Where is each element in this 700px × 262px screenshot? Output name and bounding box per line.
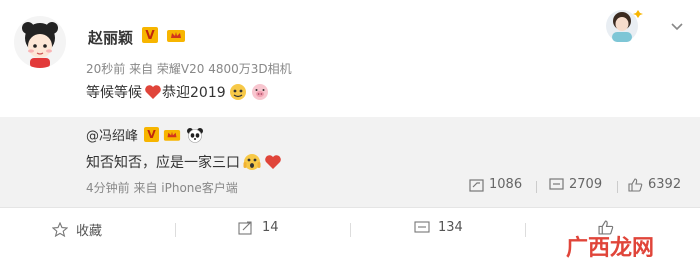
comment-action-count: 134 [438,220,463,235]
crown-icon [167,30,185,42]
like-count-button[interactable]: 6392 [628,177,681,192]
share-button[interactable]: 14 [238,220,279,235]
repost-icon [469,178,484,192]
post-text-part1: 等候等候 [86,85,142,101]
comment-button[interactable]: 134 [414,220,463,235]
verified-v-icon: V [144,127,160,142]
repost-author[interactable]: @冯绍峰 [86,125,138,144]
comment-count: 2709 [569,177,603,192]
divider [175,223,176,237]
divider [525,223,526,237]
favorite-label: 收藏 [76,224,103,239]
repost-text: 知否知否，应是一家三口 [86,155,240,171]
chevron-down-icon[interactable] [671,22,683,32]
face-emoji-icon [229,84,246,100]
repost-card: @冯绍峰 V 知否知否，应是一家三口 4分钟前 来自 iPhone客户端 108… [0,117,700,207]
repost-author-row: @冯绍峰 V [86,125,204,144]
star-icon [52,222,68,237]
comment-count-button[interactable]: 2709 [549,177,602,192]
verified-v-icon: V [142,27,158,43]
author-name[interactable]: 赵丽颖 [88,27,133,48]
divider [536,181,537,193]
pig-emoji-icon [251,84,268,100]
heart-icon [265,155,281,169]
repost-count-button[interactable]: 1086 [469,177,522,192]
weibo-post: 赵丽颖 V 20秒前 来自 荣耀V20 4800万3D相机 等候等候 恭迎201… [0,0,700,207]
shocked-emoji-icon [243,154,261,170]
share-icon [238,221,252,235]
repost-text-row: 知否知否，应是一家三口 [86,152,282,172]
comment-icon [549,177,564,190]
divider [350,223,351,237]
divider [617,181,618,193]
post-meta: 20秒前 来自 荣耀V20 4800万3D相机 [86,62,292,76]
avatar-thumbnail-icon[interactable] [594,4,650,44]
author-avatar[interactable] [14,16,66,68]
post-text-part2: 恭迎2019 [162,85,226,101]
watermark: 广西龙网 [566,236,655,261]
like-count: 6392 [648,177,682,192]
repost-count: 1086 [489,177,523,192]
share-count: 14 [262,220,279,235]
repost-time: 4分钟前 来自 iPhone客户端 [86,181,238,195]
thumbs-up-icon [628,177,643,192]
comment-icon [414,221,430,233]
favorite-button[interactable]: 收藏 [52,220,102,239]
heart-icon [145,85,161,99]
panda-icon [187,127,204,143]
crown-icon [163,130,181,141]
post-text: 等候等候 恭迎2019 [86,82,270,102]
